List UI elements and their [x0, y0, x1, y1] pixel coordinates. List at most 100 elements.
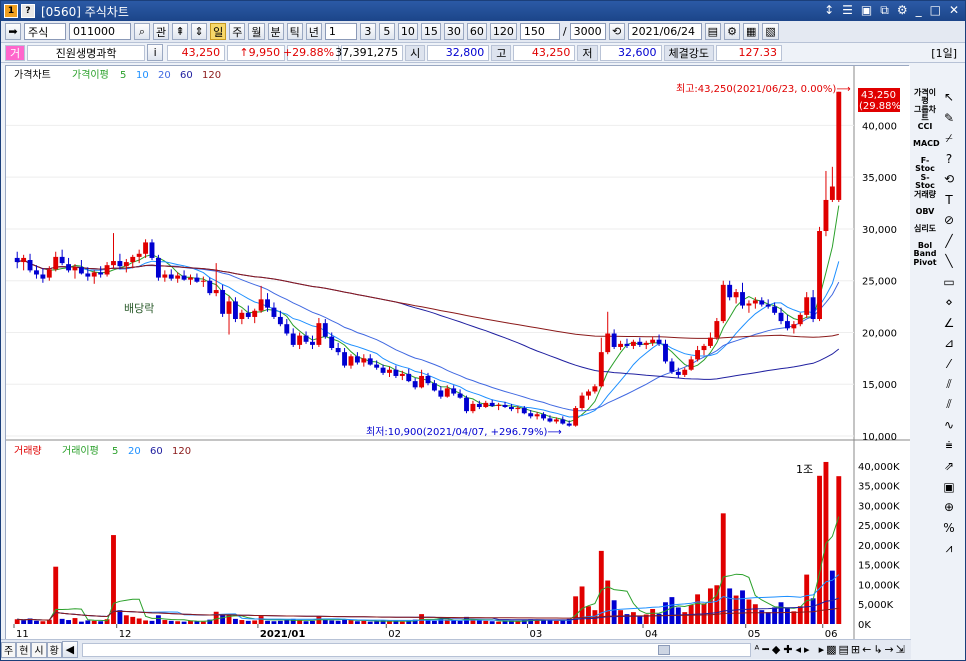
- interval-10[interactable]: 10: [397, 23, 418, 40]
- drawing-tool-icon[interactable]: ⋄: [941, 294, 957, 310]
- nav-controls[interactable]: ▸▩▤⊞←↳→⇲: [819, 643, 907, 656]
- drawing-tool-icon[interactable]: ⊿: [941, 335, 957, 351]
- drawing-tool-icon[interactable]: ╲: [941, 253, 957, 269]
- market-select[interactable]: 주식: [24, 23, 66, 40]
- period-day[interactable]: 일: [210, 23, 227, 40]
- volume-bar: [720, 513, 726, 624]
- market-badge: 거: [5, 44, 26, 61]
- indicator-9[interactable]: Bol Band: [913, 242, 937, 258]
- date-select[interactable]: 2021/06/24: [627, 23, 702, 40]
- chart-type-icon[interactable]: ▤: [704, 23, 721, 40]
- candle-body: [380, 367, 386, 373]
- candle-body: [650, 339, 656, 343]
- interval-120[interactable]: 120: [489, 23, 517, 40]
- drawing-tool-icon[interactable]: ⫽: [941, 397, 957, 413]
- interval-select[interactable]: 1: [324, 23, 357, 40]
- tab-market[interactable]: 시: [31, 641, 47, 658]
- period-year[interactable]: 년: [305, 23, 322, 40]
- drawing-tool-icon[interactable]: ⩧: [941, 438, 957, 454]
- layout-icon[interactable]: ☰: [842, 3, 853, 18]
- chart-area[interactable]: 40,000 35,000 30,000 25,000 20,000 15,000 10,0…: [5, 65, 910, 640]
- print-icon[interactable]: ▣: [861, 3, 872, 18]
- volume-value: 37,391,275: [335, 44, 404, 61]
- watch-button[interactable]: 관: [153, 23, 170, 40]
- indicator-5[interactable]: S-Stoc: [913, 174, 937, 190]
- config-icon[interactable]: ⚙: [724, 23, 740, 40]
- drawing-tool-icon[interactable]: ?: [941, 151, 957, 167]
- indicator-0[interactable]: 가격이평: [913, 89, 937, 105]
- drawing-tool-icon[interactable]: ⇗: [941, 458, 957, 474]
- chart-svg[interactable]: 40,000 35,000 30,000 25,000 20,000 15,000 10,0…: [6, 66, 910, 640]
- maximize-button[interactable]: □: [930, 3, 941, 18]
- drawing-tool-icon[interactable]: ╱: [941, 233, 957, 249]
- arrow-icon[interactable]: ➡: [5, 23, 21, 40]
- indicator-7[interactable]: OBV: [913, 208, 937, 216]
- drawing-tool-icon[interactable]: ∠: [941, 315, 957, 331]
- reset-icon[interactable]: ⟲: [608, 23, 625, 40]
- period-month[interactable]: 월: [248, 23, 265, 40]
- interval-60[interactable]: 60: [466, 23, 487, 40]
- interval-30[interactable]: 30: [443, 23, 464, 40]
- interval-3[interactable]: 3: [359, 23, 376, 40]
- indicator-6[interactable]: 거래량: [913, 191, 937, 199]
- stock-name[interactable]: 진원생명과학: [27, 44, 146, 61]
- count-input[interactable]: 150: [519, 23, 560, 40]
- up-down-icon[interactable]: ⇕: [191, 23, 208, 40]
- settings-icon[interactable]: ⚙: [897, 3, 908, 18]
- drawing-tool-icon[interactable]: T: [941, 192, 957, 208]
- history-icon[interactable]: ▧: [762, 23, 779, 40]
- stock-code-input[interactable]: 011000: [69, 23, 131, 40]
- candle-body: [720, 284, 726, 322]
- interval-5[interactable]: 5: [378, 23, 395, 40]
- drawing-tool-icon[interactable]: ⟲: [941, 171, 957, 187]
- save-icon[interactable]: ▦: [743, 23, 760, 40]
- zoom-controls[interactable]: ᴬ━◆✚◂▸: [755, 643, 813, 656]
- drawing-tool-icon[interactable]: ⊘: [941, 212, 957, 228]
- scroll-thumb[interactable]: [657, 644, 670, 655]
- drawing-tool-icon[interactable]: ⌿: [941, 130, 957, 146]
- close-button[interactable]: ✕: [949, 3, 959, 18]
- scrollbar[interactable]: [81, 642, 751, 657]
- drawing-tool-icon[interactable]: ▣: [941, 479, 957, 495]
- drawing-tool-icon[interactable]: ⩘: [941, 540, 957, 556]
- pin-icon[interactable]: ↕: [824, 3, 834, 18]
- indicator-8[interactable]: 심리도: [913, 225, 937, 233]
- indicator-2[interactable]: CCI: [913, 123, 937, 131]
- drawing-tool-icon[interactable]: ∿: [941, 417, 957, 433]
- help-icon[interactable]: ?: [21, 4, 35, 18]
- volume-bar: [695, 594, 701, 624]
- indicator-10[interactable]: Pivot: [913, 259, 937, 267]
- drawing-tool-icon[interactable]: %: [941, 520, 957, 536]
- tab-status[interactable]: 황: [46, 641, 62, 658]
- indicator-3[interactable]: MACD: [913, 140, 940, 148]
- drawing-tool-icon[interactable]: ⁄: [941, 356, 957, 372]
- indicator-1[interactable]: 그룹차트: [913, 106, 937, 122]
- candle-body: [111, 261, 116, 266]
- period-week[interactable]: 주: [229, 23, 246, 40]
- total-input[interactable]: 3000: [569, 23, 606, 40]
- candle-body: [78, 267, 84, 274]
- search-icon[interactable]: ⌕: [134, 23, 150, 40]
- drawing-tool-icon[interactable]: ✎: [941, 110, 957, 126]
- screen-number-icon[interactable]: 1: [4, 4, 18, 18]
- interval-15[interactable]: 15: [420, 23, 441, 40]
- candle-body: [611, 333, 617, 347]
- recent-icon[interactable]: ⇞: [172, 23, 189, 40]
- copy-icon[interactable]: ⧉: [880, 3, 889, 18]
- minimize-button[interactable]: _: [916, 3, 922, 18]
- tab-current[interactable]: 현: [16, 641, 32, 658]
- drawing-tool-icon[interactable]: ⊕: [941, 499, 957, 515]
- volume-bar: [804, 574, 810, 624]
- candle-body: [836, 91, 842, 200]
- period-tick[interactable]: 틱: [286, 23, 303, 40]
- drawing-tool-icon[interactable]: ⫽: [941, 376, 957, 392]
- drawing-tool-icon[interactable]: ▭: [941, 274, 957, 290]
- indicator-4[interactable]: F-Stoc: [913, 157, 937, 173]
- candle-body: [149, 242, 155, 258]
- info-button[interactable]: i: [147, 44, 164, 61]
- drawing-tool-icon[interactable]: ↖: [941, 89, 957, 105]
- tab-main[interactable]: 주: [1, 641, 17, 658]
- volume-bar: [117, 610, 123, 624]
- scroll-left-icon[interactable]: ◀: [61, 641, 78, 658]
- period-minute[interactable]: 분: [267, 23, 284, 40]
